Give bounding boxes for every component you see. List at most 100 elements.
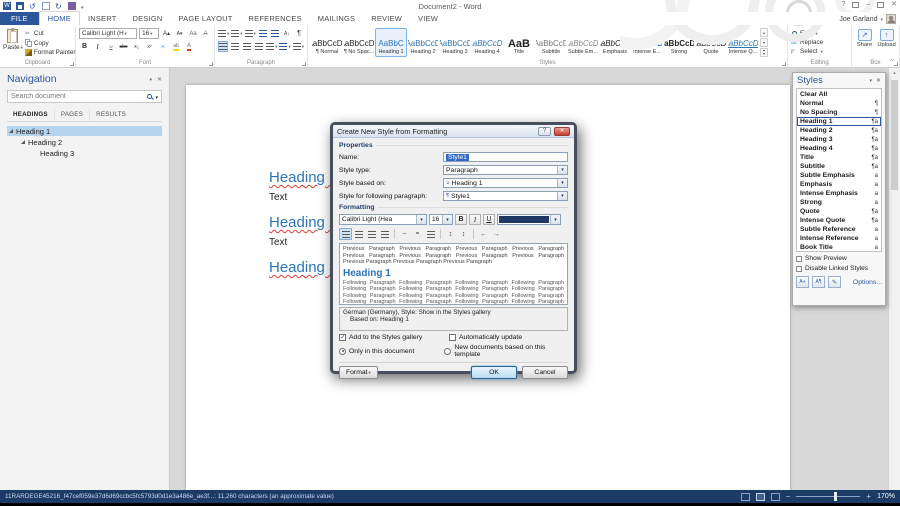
- borders-button[interactable]: [293, 41, 304, 52]
- heading-tree-item[interactable]: Heading 1: [7, 126, 162, 136]
- style-gallery-item[interactable]: AaBbCcDc Intense E...: [631, 28, 663, 57]
- align-center-button[interactable]: [230, 41, 240, 52]
- close-icon[interactable]: [891, 1, 897, 9]
- save-icon[interactable]: [16, 2, 24, 10]
- dialog-italic-button[interactable]: [469, 214, 481, 225]
- navigation-tab[interactable]: RESULTS: [90, 109, 132, 121]
- auto-update-checkbox[interactable]: Automatically update: [449, 334, 522, 341]
- style-list-item[interactable]: Subtle Emphasis a: [797, 171, 881, 180]
- justify-button[interactable]: [254, 41, 264, 52]
- document-text[interactable]: Heading 1: [269, 169, 337, 186]
- name-field[interactable]: Style1: [443, 152, 568, 162]
- minimize-icon[interactable]: [866, 1, 870, 9]
- clear-formatting-button[interactable]: [200, 28, 211, 39]
- styles-pane-close-icon[interactable]: [876, 77, 881, 84]
- chevron-down-icon[interactable]: [550, 215, 560, 224]
- paragraph-dialog-launcher-icon[interactable]: [302, 62, 306, 66]
- gallery-scroll-up-icon[interactable]: [760, 28, 768, 37]
- collapse-triangle-icon[interactable]: [21, 140, 25, 144]
- dialog-align-right-button[interactable]: [365, 228, 378, 240]
- ribbon-tab[interactable]: PAGE LAYOUT: [171, 12, 241, 25]
- highlight-button[interactable]: [170, 41, 181, 52]
- restore-icon[interactable]: [877, 2, 884, 8]
- vertical-scrollbar[interactable]: [888, 68, 900, 490]
- search-icon[interactable]: [147, 94, 152, 99]
- format-button[interactable]: Format: [339, 366, 378, 379]
- collapse-ribbon-icon[interactable]: [890, 59, 893, 65]
- search-input[interactable]: [11, 93, 144, 100]
- style-based-on-dropdown[interactable]: Heading 1: [443, 178, 568, 188]
- style-gallery-item[interactable]: AaBbCcD Subtitle: [535, 28, 567, 57]
- dialog-decrease-space-button[interactable]: [457, 228, 470, 240]
- style-gallery-item[interactable]: AaBbCcDc Heading 4: [471, 28, 503, 57]
- scrollbar-thumb[interactable]: [891, 80, 898, 190]
- italic-button[interactable]: [92, 41, 103, 52]
- new-documents-radio[interactable]: New documents based on this template: [444, 344, 568, 358]
- style-list-item[interactable]: Title ¶a: [797, 153, 881, 162]
- style-list-item[interactable]: Intense Emphasis a: [797, 189, 881, 198]
- style-list-item[interactable]: Subtle Reference a: [797, 225, 881, 234]
- dialog-font-name-combo[interactable]: Calibri Light (Hea: [339, 214, 427, 225]
- style-gallery-item[interactable]: AaB Title: [503, 28, 535, 57]
- zoom-level[interactable]: 170%: [877, 493, 895, 500]
- navigation-pane-menu-icon[interactable]: [149, 76, 152, 83]
- ribbon-tab[interactable]: VIEW: [410, 12, 446, 25]
- new-document-icon[interactable]: [42, 2, 50, 10]
- shrink-font-button[interactable]: [174, 28, 185, 39]
- select-button[interactable]: Select: [791, 48, 848, 55]
- ribbon-tab[interactable]: DESIGN: [125, 12, 171, 25]
- style-list-item[interactable]: Emphasis a: [797, 180, 881, 189]
- increase-indent-button[interactable]: [270, 28, 280, 39]
- style-gallery-item[interactable]: AaBbC Heading 1: [375, 28, 407, 57]
- avatar[interactable]: [886, 14, 896, 24]
- search-options-icon[interactable]: [155, 92, 158, 101]
- search-box[interactable]: [7, 90, 162, 103]
- font-dialog-launcher-icon[interactable]: [209, 62, 213, 66]
- style-gallery-item[interactable]: AaBbCcD Heading 2: [407, 28, 439, 57]
- style-list-item[interactable]: Heading 3 ¶a: [797, 135, 881, 144]
- gallery-more-icon[interactable]: [760, 48, 768, 57]
- dialog-increase-indent-button[interactable]: [490, 228, 503, 240]
- dialog-increase-space-button[interactable]: [444, 228, 457, 240]
- style-gallery-item[interactable]: AaBbCcDc Subtle Em...: [567, 28, 599, 57]
- new-style-button[interactable]: [796, 276, 809, 288]
- ribbon-tab[interactable]: FILE: [0, 12, 39, 25]
- bold-button[interactable]: [79, 41, 90, 52]
- cut-button[interactable]: Cut: [25, 30, 76, 37]
- dialog-decrease-indent-button[interactable]: [477, 228, 490, 240]
- style-following-dropdown[interactable]: Style1: [443, 191, 568, 201]
- align-right-button[interactable]: [242, 41, 252, 52]
- underline-button[interactable]: [105, 41, 116, 52]
- only-this-document-radio[interactable]: Only in this document: [339, 348, 444, 355]
- style-list-item[interactable]: Normal ¶: [797, 99, 881, 108]
- navigation-tab[interactable]: PAGES: [55, 109, 90, 121]
- text-effects-button[interactable]: [157, 41, 168, 52]
- navigation-tab[interactable]: HEADINGS: [7, 109, 55, 121]
- copy-button[interactable]: Copy: [25, 39, 76, 47]
- style-type-dropdown[interactable]: Paragraph: [443, 165, 568, 175]
- ribbon-tab[interactable]: MAILINGS: [310, 12, 363, 25]
- gallery-scroll-down-icon[interactable]: [760, 38, 768, 47]
- style-gallery-item[interactable]: AaBbCcDc ¶ No Spac...: [343, 28, 375, 57]
- disable-linked-styles-checkbox[interactable]: Disable Linked Styles: [796, 265, 882, 272]
- zoom-out-icon[interactable]: [786, 492, 791, 501]
- dialog-help-icon[interactable]: [538, 127, 551, 136]
- document-text[interactable]: Heading 3: [269, 259, 337, 276]
- style-list-item[interactable]: Strong a: [797, 198, 881, 207]
- grow-font-button[interactable]: [161, 28, 172, 39]
- paste-button[interactable]: Paste: [3, 27, 23, 58]
- style-list-item[interactable]: Subtitle ¶a: [797, 162, 881, 171]
- dialog-close-icon[interactable]: [554, 127, 570, 136]
- dialog-font-color-dropdown[interactable]: [497, 214, 561, 225]
- line-spacing-button[interactable]: [266, 41, 277, 52]
- sort-button[interactable]: [282, 28, 292, 39]
- style-gallery-item[interactable]: AaBbCcDc Strong: [663, 28, 695, 57]
- dialog-align-center-button[interactable]: [352, 228, 365, 240]
- ok-button[interactable]: OK: [471, 366, 517, 379]
- style-list-item[interactable]: Intense Quote ¶a: [797, 216, 881, 225]
- cancel-button[interactable]: Cancel: [522, 366, 568, 379]
- style-gallery-item[interactable]: AaBbCcD Heading 3: [439, 28, 471, 57]
- change-case-button[interactable]: [187, 28, 198, 39]
- dialog-double-spacing-button[interactable]: [424, 228, 437, 240]
- document-text[interactable]: Heading 2: [269, 214, 337, 231]
